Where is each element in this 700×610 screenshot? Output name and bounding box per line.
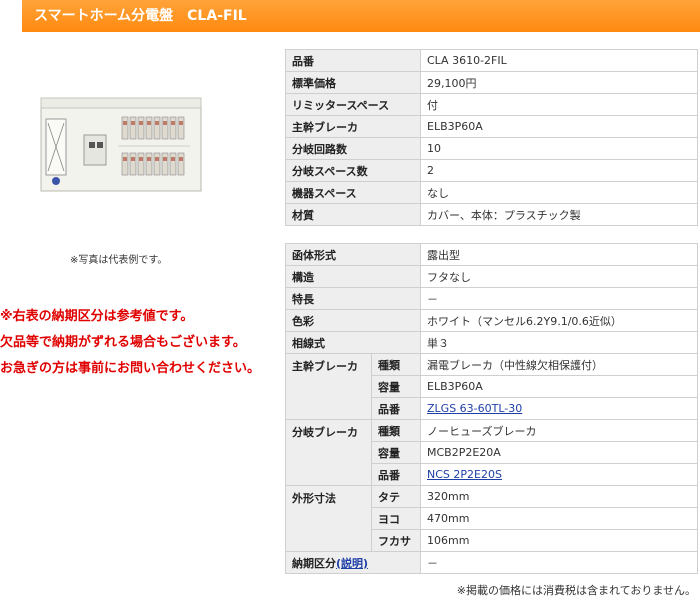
spec-sublabel: ヨコ — [371, 507, 421, 530]
spec-value: － — [420, 551, 698, 574]
tax-note: ※掲載の価格には消費税は含まれておりません。 — [456, 584, 696, 597]
spec-value: 320mm — [420, 485, 698, 508]
table-row: 函体形式 露出型 — [285, 243, 698, 266]
spec-sublabel: 種類 — [371, 419, 421, 442]
spec-table-detail: 函体形式 露出型 構造 フタなし 特長－ 色彩 ホワイト（マンセル6.2Y9.1/0.… — [285, 243, 698, 574]
spec-label: 納期区分(説明) — [285, 551, 421, 574]
spec-value: ELB3P60A — [420, 115, 698, 138]
table-row: 分岐回路数 10 — [285, 137, 698, 160]
spec-value: 単３ — [420, 331, 698, 354]
table-row: 材質 カバー、本体：プラスチック製 — [285, 203, 698, 226]
spec-table-basic: 品番 CLA 3610-2FIL 標準価格 29,100円 リミッタースペース付 主… — [285, 49, 698, 226]
spec-value: CLA 3610-2FIL — [420, 49, 698, 72]
spec-sublabel: 種類 — [371, 353, 421, 376]
spec-sublabel: 容量 — [371, 375, 421, 398]
spec-label: 特長 — [285, 287, 421, 310]
notice-line: お急ぎの方は事前にお問い合わせください。 — [0, 361, 261, 376]
product-photo — [40, 97, 202, 192]
spec-sublabel: 品番 — [371, 463, 421, 486]
spec-value: なし — [420, 181, 698, 204]
main-breaker-part-link[interactable]: ZLGS 63-60TL-30 — [427, 402, 522, 415]
spec-value: 106mm — [420, 529, 698, 552]
notice-line: 欠品等で納期がずれる場合もございます。 — [0, 335, 246, 350]
spec-label: 構造 — [285, 265, 421, 288]
table-row: 色彩 ホワイト（マンセル6.2Y9.1/0.6近似） — [285, 309, 698, 332]
spec-label: 分岐スペース数 — [285, 159, 421, 182]
table-row: 特長－ — [285, 287, 698, 310]
spec-label: 函体形式 — [285, 243, 421, 266]
spec-value: 2 — [420, 159, 698, 182]
spec-value: 10 — [420, 137, 698, 160]
spec-group-label: 主幹ブレーカ — [285, 353, 372, 420]
spec-label: 分岐回路数 — [285, 137, 421, 160]
spec-value: カバー、本体：プラスチック製 — [420, 203, 698, 226]
spec-value: フタなし — [420, 265, 698, 288]
delivery-label: 納期区分 — [292, 556, 336, 570]
delivery-notice: ※右表の納期区分は参考値です。 欠品等で納期がずれる場合もございます。 お急ぎの… — [0, 304, 260, 382]
table-row: 機器スペース なし — [285, 181, 698, 204]
notice-line: ※右表の納期区分は参考値です。 — [0, 309, 194, 324]
spec-sublabel: フカサ — [371, 529, 421, 552]
spec-label: 相線式 — [285, 331, 421, 354]
spec-sublabel: タテ — [371, 485, 421, 508]
photo-caption: ※写真は代表例です。 — [70, 255, 168, 266]
spec-value: 漏電ブレーカ（中性線欠相保護付） — [420, 353, 698, 376]
spec-value: 付 — [420, 93, 698, 116]
page-header: スマートホーム分電盤 CLA-FIL — [22, 0, 700, 32]
spec-value: ノーヒューズブレーカ — [420, 419, 698, 442]
table-row: 主幹ブレーカ ELB3P60A — [285, 115, 698, 138]
branch-breaker-part-link[interactable]: NCS 2P2E20S — [427, 468, 502, 481]
table-row: 標準価格 29,100円 — [285, 71, 698, 94]
spec-sublabel: 品番 — [371, 397, 421, 420]
spec-value: ZLGS 63-60TL-30 — [420, 397, 698, 420]
page-title: スマートホーム分電盤 CLA-FIL — [34, 8, 247, 24]
table-row: 品番 CLA 3610-2FIL — [285, 49, 698, 72]
spec-value: NCS 2P2E20S — [420, 463, 698, 486]
table-row: 構造 フタなし — [285, 265, 698, 288]
spec-label: 色彩 — [285, 309, 421, 332]
spec-value: 470mm — [420, 507, 698, 530]
table-row: 相線式 単３ — [285, 331, 698, 354]
spec-value: ホワイト（マンセル6.2Y9.1/0.6近似） — [420, 309, 698, 332]
spec-group-label: 分岐ブレーカ — [285, 419, 372, 486]
spec-value: MCB2P2E20A — [420, 441, 698, 464]
table-row: 分岐ブレーカ 種類 ノーヒューズブレーカ — [285, 419, 698, 486]
spec-label: 機器スペース — [285, 181, 421, 204]
table-row: 主幹ブレーカ 種類 漏電ブレーカ（中性線欠相保護付） — [285, 353, 698, 420]
table-row: 納期区分(説明) － — [285, 551, 698, 574]
spec-label: 標準価格 — [285, 71, 421, 94]
spec-label: 材質 — [285, 203, 421, 226]
spec-value: ELB3P60A — [420, 375, 698, 398]
spec-group-label: 外形寸法 — [285, 485, 372, 552]
spec-sublabel: 容量 — [371, 441, 421, 464]
spec-value: 露出型 — [420, 243, 698, 266]
table-row: 外形寸法 タテ 320mm — [285, 485, 698, 552]
spec-label: リミッタースペース — [285, 93, 421, 116]
spec-value: 29,100円 — [420, 71, 698, 94]
spec-value: － — [420, 287, 698, 310]
spec-label: 主幹ブレーカ — [285, 115, 421, 138]
spec-label: 品番 — [285, 49, 421, 72]
table-row: リミッタースペース付 — [285, 93, 698, 116]
delivery-explanation-link[interactable]: (説明) — [336, 557, 368, 570]
table-row: 分岐スペース数 2 — [285, 159, 698, 182]
